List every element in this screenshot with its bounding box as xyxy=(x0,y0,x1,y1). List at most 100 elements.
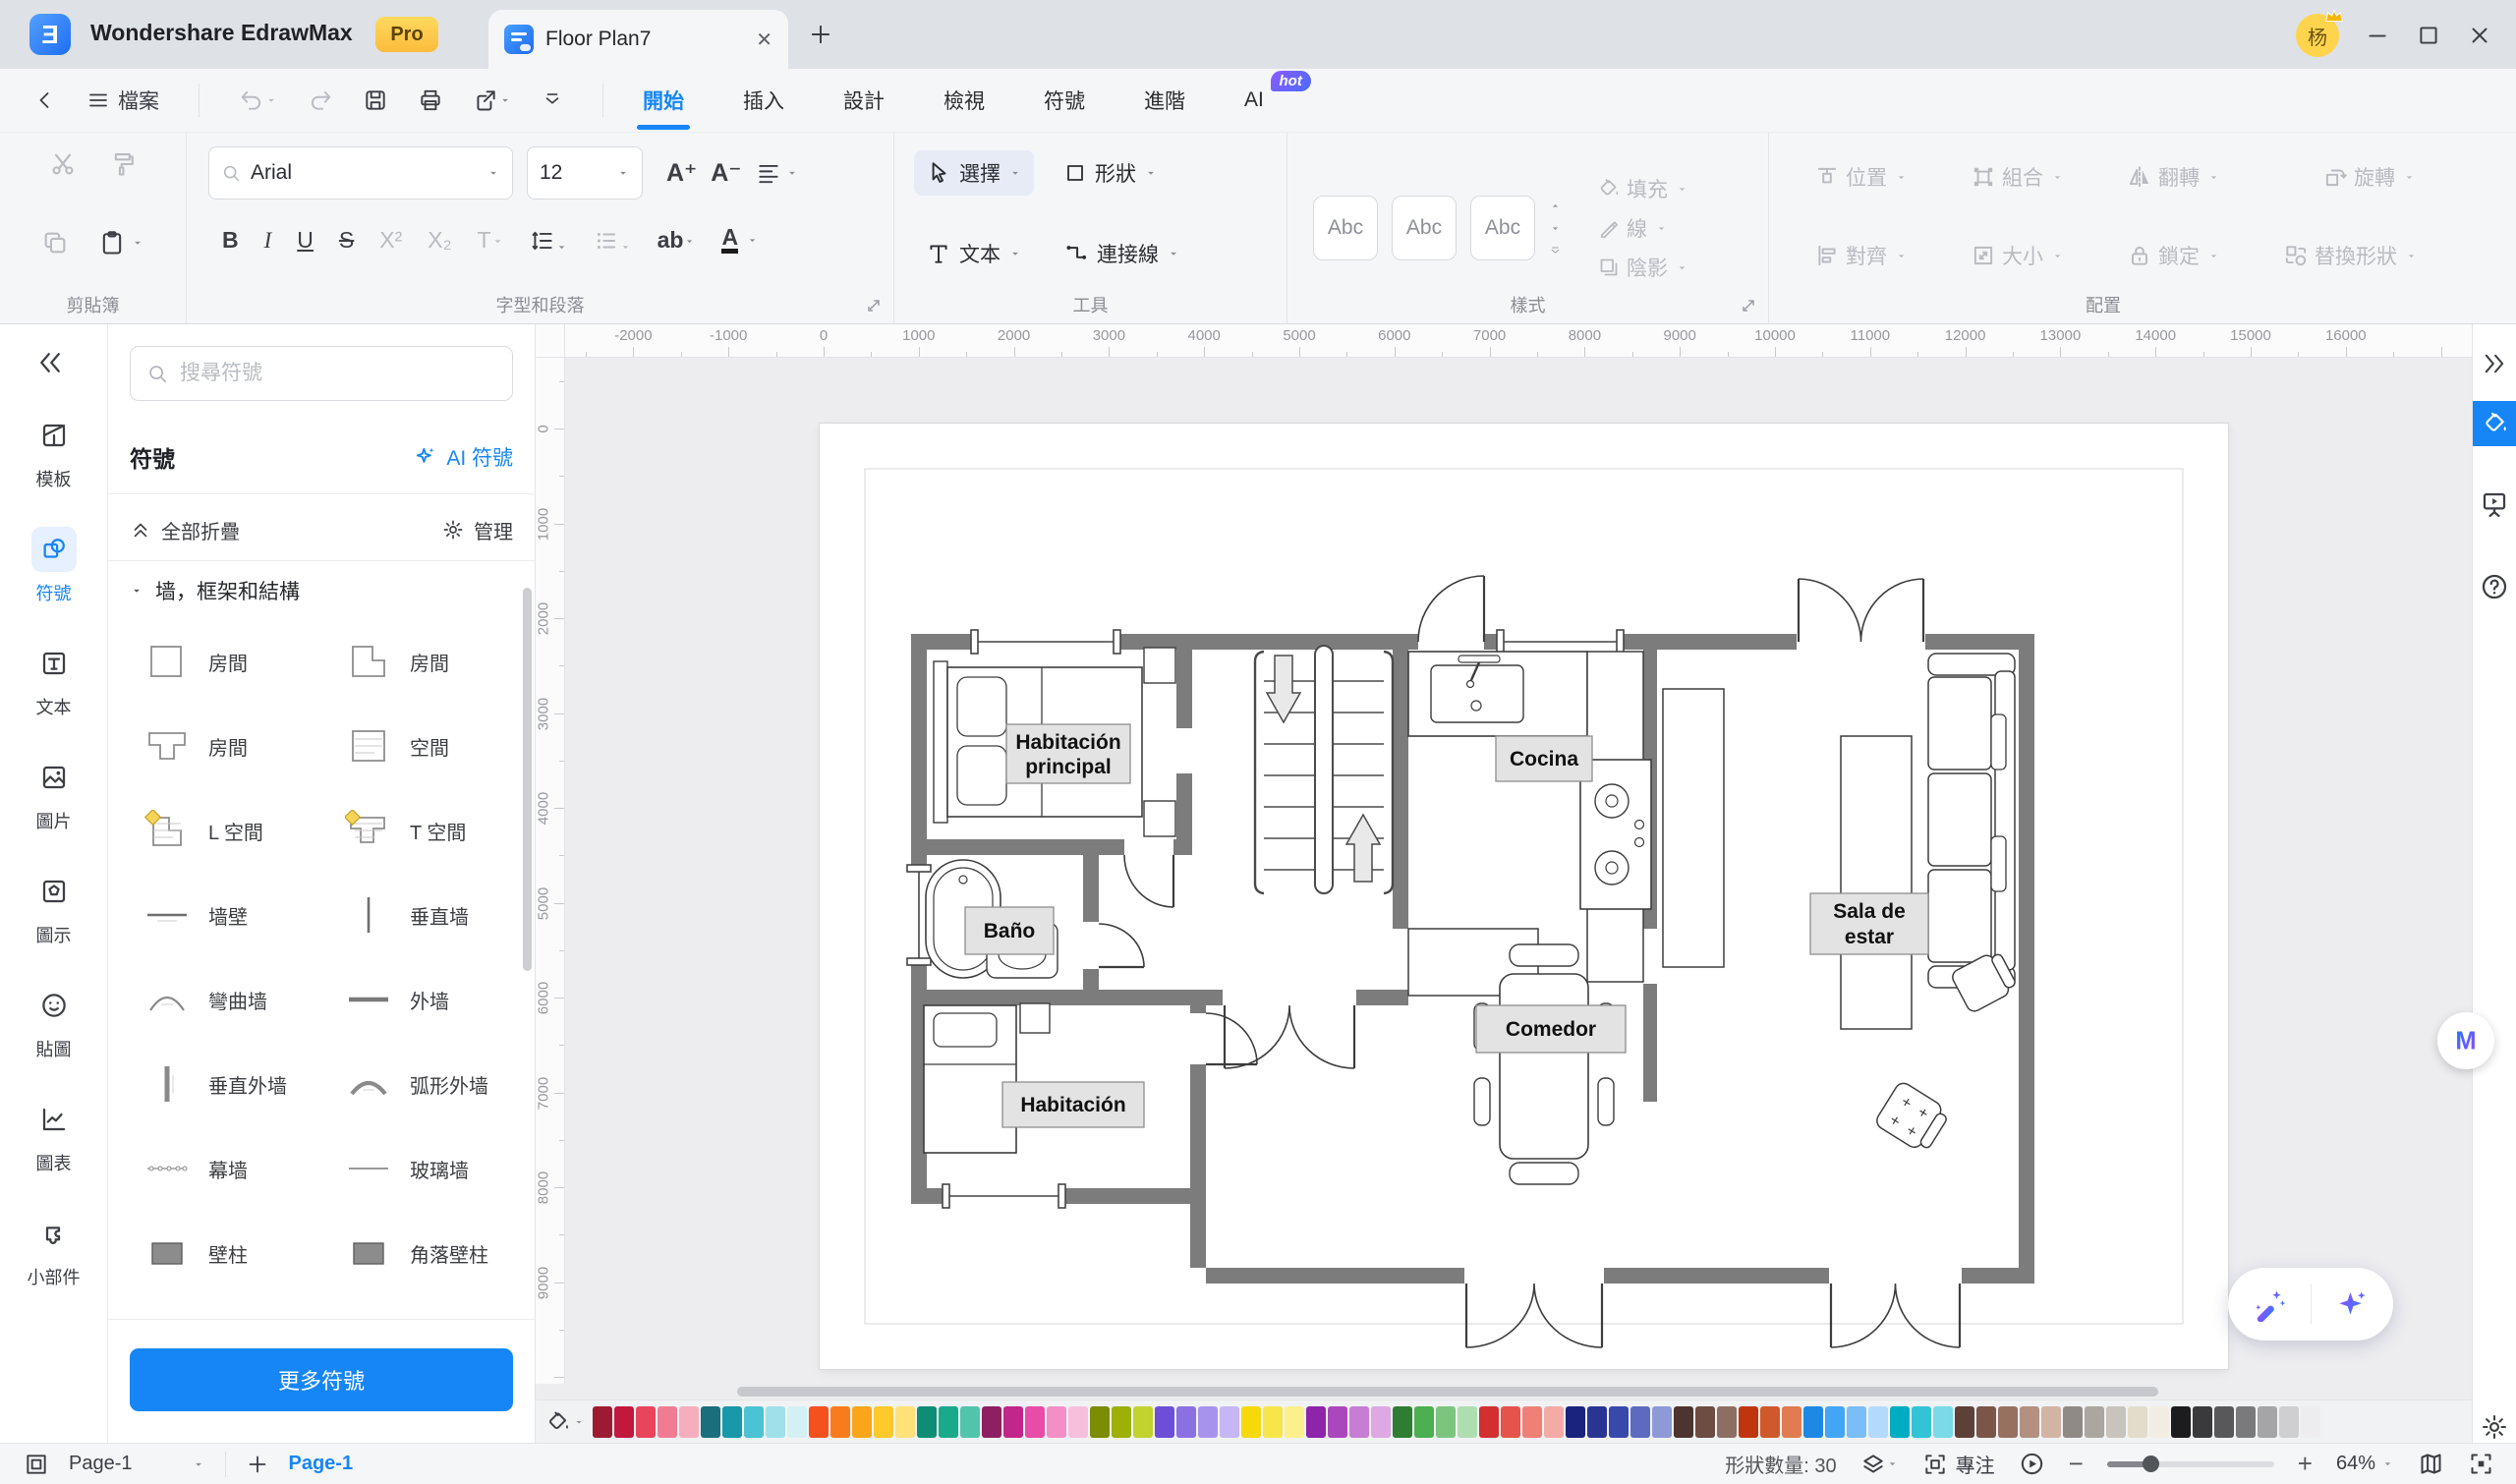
symbol-wall-v[interactable]: 垂直墙 xyxy=(319,873,521,957)
style-scroll-down-icon[interactable] xyxy=(1549,222,1562,235)
color-swatch[interactable] xyxy=(1133,1406,1153,1438)
color-swatch[interactable] xyxy=(1955,1406,1974,1438)
color-swatch[interactable] xyxy=(636,1406,656,1438)
help-circle-button[interactable] xyxy=(2480,572,2509,601)
color-swatch[interactable] xyxy=(1371,1406,1391,1438)
color-swatch[interactable] xyxy=(1695,1406,1715,1438)
color-swatch[interactable] xyxy=(982,1406,1001,1438)
rotate-button[interactable]: 旋轉 xyxy=(2313,154,2426,200)
sidebar-item-widget[interactable]: 小部件 xyxy=(28,1211,81,1289)
color-swatch[interactable] xyxy=(2258,1406,2277,1438)
tab-close-icon[interactable]: ✕ xyxy=(756,28,772,52)
print-button[interactable] xyxy=(418,87,443,113)
ribbon-tab[interactable]: AIhot xyxy=(1215,69,1293,132)
style-preset-2[interactable]: Abc xyxy=(1392,196,1457,260)
align-button[interactable]: 對齊 xyxy=(1804,233,1917,278)
horizontal-scrollbar[interactable] xyxy=(536,1384,2472,1399)
layers-button[interactable] xyxy=(1860,1452,1899,1477)
color-swatch[interactable] xyxy=(1912,1406,1931,1438)
color-swatch[interactable] xyxy=(1847,1406,1866,1438)
presentation-button[interactable] xyxy=(2480,489,2509,519)
symbol-wall-h[interactable]: 墙壁 xyxy=(118,873,319,957)
color-swatch[interactable] xyxy=(1868,1406,1888,1438)
symbol-wall-ext[interactable]: 外墙 xyxy=(319,957,521,1042)
symbol-room-square[interactable]: 房間 xyxy=(118,619,319,704)
symbol-space[interactable]: 空間 xyxy=(319,704,521,788)
color-swatch[interactable] xyxy=(2236,1406,2256,1438)
color-swatch[interactable] xyxy=(1760,1406,1780,1438)
color-swatch[interactable] xyxy=(1349,1406,1369,1438)
canvas-area[interactable]: Habitación principal Baño Habitación Coc… xyxy=(536,324,2472,1443)
symbol-l-space[interactable]: L 空間 xyxy=(118,788,319,873)
color-swatch[interactable] xyxy=(1890,1406,1910,1438)
color-swatch[interactable] xyxy=(614,1406,634,1438)
color-swatch[interactable] xyxy=(809,1406,829,1438)
sidebar-item-iconlib[interactable]: 圖示 xyxy=(31,869,77,947)
collapse-all-button[interactable]: 全部折疊 xyxy=(130,516,240,544)
color-swatch[interactable] xyxy=(1674,1406,1693,1438)
ribbon-tab[interactable]: 檢視 xyxy=(914,69,1014,132)
color-swatch[interactable] xyxy=(1393,1406,1412,1438)
color-swatch[interactable] xyxy=(1544,1406,1564,1438)
symbol-wall-ext-v[interactable]: 垂直外墙 xyxy=(118,1042,319,1126)
color-swatch[interactable] xyxy=(1328,1406,1347,1438)
symbol-wall-ext-arc[interactable]: 弧形外墙 xyxy=(319,1042,521,1126)
zoom-in-button[interactable]: + xyxy=(2298,1449,2313,1479)
decrease-font-button[interactable]: A⁻ xyxy=(711,158,741,188)
page-tab[interactable]: Page-1 xyxy=(289,1453,354,1475)
file-menu[interactable]: 檔案 xyxy=(86,86,159,115)
replace-shape-button[interactable]: 替換形狀 xyxy=(2273,233,2428,278)
text-highlight-button[interactable]: ab xyxy=(658,227,697,254)
style-group-expand-icon[interactable] xyxy=(1739,296,1758,315)
color-swatch[interactable] xyxy=(1717,1406,1737,1438)
present-play-button[interactable] xyxy=(2019,1451,2045,1477)
symbol-wall-curved[interactable]: 彎曲墙 xyxy=(118,957,319,1042)
bold-button[interactable]: B xyxy=(222,227,239,254)
color-swatch[interactable] xyxy=(2041,1406,2061,1438)
color-swatch[interactable] xyxy=(1803,1406,1823,1438)
fill-button[interactable]: 填充 xyxy=(1591,172,1694,205)
color-swatch[interactable] xyxy=(1090,1406,1110,1438)
color-swatch[interactable] xyxy=(1998,1406,2018,1438)
ribbon-tab[interactable]: 插入 xyxy=(714,69,814,132)
flip-button[interactable]: 翻轉 xyxy=(2117,154,2230,200)
bullet-list-button[interactable] xyxy=(594,228,632,254)
sidebar-item-chart[interactable]: 圖表 xyxy=(31,1097,77,1175)
sidebar-item-text[interactable]: 文本 xyxy=(31,641,77,719)
color-swatch[interactable] xyxy=(1630,1406,1650,1438)
color-swatch[interactable] xyxy=(830,1406,850,1438)
color-swatch[interactable] xyxy=(787,1406,807,1438)
font-color-button[interactable]: A xyxy=(721,227,738,254)
color-swatch[interactable] xyxy=(1176,1406,1196,1438)
more-symbols-button[interactable]: 更多符號 xyxy=(130,1348,513,1411)
color-swatch[interactable] xyxy=(1933,1406,1953,1438)
color-swatch[interactable] xyxy=(2301,1406,2320,1438)
avatar[interactable]: 杨 xyxy=(2296,14,2339,57)
color-swatch[interactable] xyxy=(1025,1406,1045,1438)
style-scroll-up-icon[interactable] xyxy=(1549,200,1562,212)
color-swatch[interactable] xyxy=(852,1406,872,1438)
italic-button[interactable]: I xyxy=(264,228,272,254)
color-swatch[interactable] xyxy=(2063,1406,2083,1438)
back-icon[interactable] xyxy=(33,88,57,112)
drawing-page[interactable]: Habitación principal Baño Habitación Coc… xyxy=(820,424,2228,1369)
color-swatch[interactable] xyxy=(679,1406,699,1438)
ribbon-tab[interactable]: 開始 xyxy=(613,69,714,132)
style-preset-1[interactable]: Abc xyxy=(1313,196,1378,260)
color-swatch[interactable] xyxy=(1220,1406,1239,1438)
minimize-button[interactable] xyxy=(2365,23,2390,48)
group-button[interactable]: 組合 xyxy=(1961,154,2074,200)
color-swatch[interactable] xyxy=(1501,1406,1520,1438)
stairs[interactable] xyxy=(1255,646,1393,893)
collapse-panel-icon[interactable] xyxy=(35,348,65,377)
symbol-curtain-wall[interactable]: 幕墙 xyxy=(118,1126,319,1211)
underline-button[interactable]: U xyxy=(297,227,314,254)
color-swatch[interactable] xyxy=(1782,1406,1801,1438)
cut-icon[interactable] xyxy=(49,150,77,178)
color-swatch[interactable] xyxy=(960,1406,980,1438)
scrollbar-thumb[interactable] xyxy=(737,1387,2158,1397)
canvas-settings-gear-icon[interactable] xyxy=(2481,1413,2508,1441)
symbol-room-l[interactable]: 房間 xyxy=(319,619,521,704)
zoom-out-button[interactable]: − xyxy=(2069,1449,2084,1479)
ribbon-tab[interactable]: 進階 xyxy=(1115,69,1215,132)
